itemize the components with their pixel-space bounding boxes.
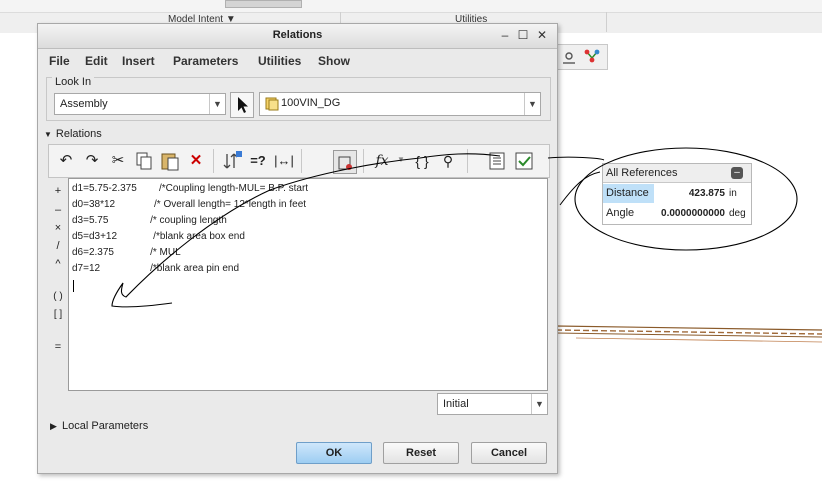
hand-drawn-annotation — [111, 147, 798, 308]
annotation-circle — [574, 147, 798, 251]
annotation-stroke — [111, 153, 501, 308]
